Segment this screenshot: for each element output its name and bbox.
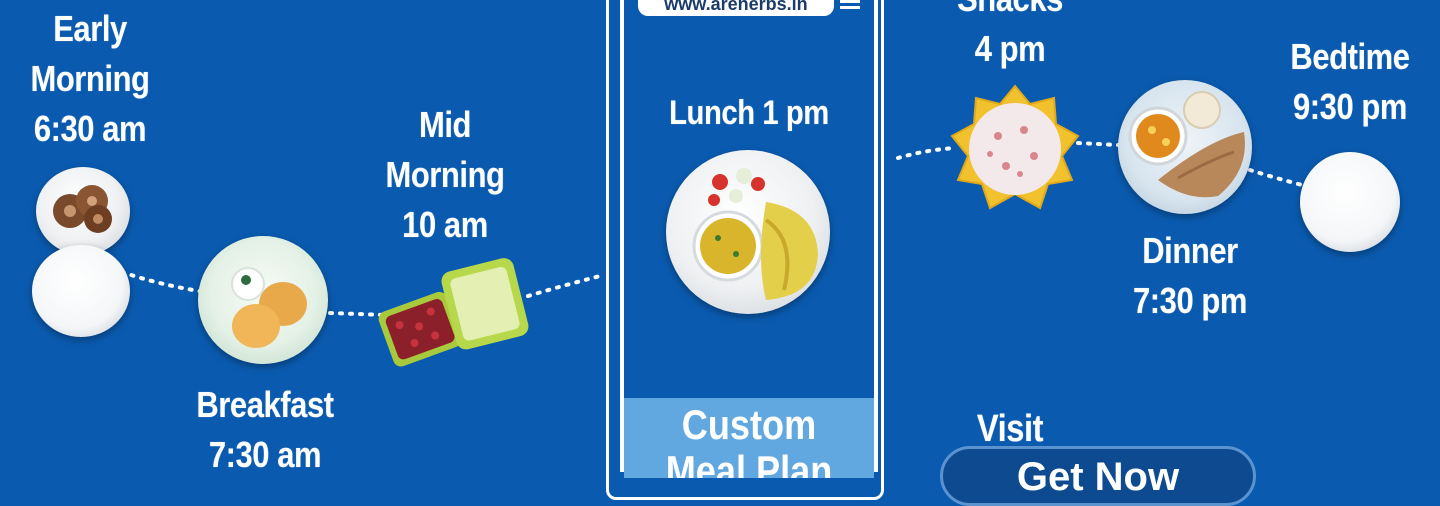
dinner-label: Dinner 7:30 pm — [1132, 230, 1248, 321]
mid-morning-label: Mid Morning 10 am — [385, 104, 505, 245]
dinner-food — [1118, 80, 1252, 214]
early-morning-food — [30, 165, 140, 340]
lunch-label: Lunch 1 pm — [669, 94, 829, 132]
curry-roti-icon — [1128, 91, 1245, 198]
breakfast-label: Breakfast 7:30 am — [196, 384, 334, 475]
snacks-food — [950, 84, 1080, 210]
breakfast-food — [198, 236, 330, 366]
custom-line1: Custom — [681, 401, 817, 448]
snacks-label: Snacks 4 pm — [957, 0, 1063, 69]
get-now-button-label: Get Now — [1016, 455, 1180, 499]
lunch-food — [666, 150, 830, 314]
url-bar[interactable]: www.arenerbs.in — [638, 0, 834, 16]
bedtime-milk-glass — [1300, 152, 1400, 252]
milk-glass — [32, 245, 130, 337]
figs-icon — [53, 185, 112, 233]
get-now-button[interactable]: Get Now — [940, 446, 1256, 506]
bedtime-label: Bedtime 9:30 pm — [1290, 36, 1410, 127]
early-morning-label: Early Morning 6:30 am — [30, 8, 150, 149]
hamburger-menu-icon[interactable] — [840, 0, 860, 14]
mid-morning-food — [378, 258, 529, 367]
dal-paratha-icon — [692, 168, 818, 300]
custom-meal-plan-banner[interactable]: Custom Meal Plan — [624, 398, 874, 478]
idli-icon — [231, 267, 307, 348]
custom-line2: Meal Plan — [665, 447, 833, 479]
